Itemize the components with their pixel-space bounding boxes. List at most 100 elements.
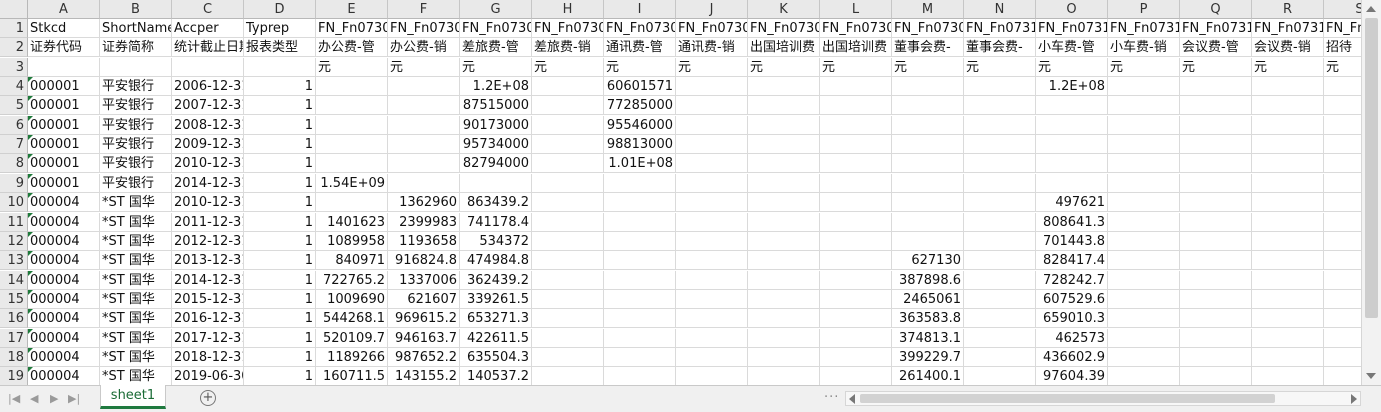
cell-k18[interactable] [748,348,820,367]
cell-a3[interactable] [28,58,100,77]
cell-q16[interactable] [1180,309,1252,328]
cell-o10[interactable]: 497621 [1036,193,1108,212]
cell-p2[interactable]: 小车费-销 [1108,38,1180,57]
cell-f6[interactable] [388,116,460,135]
cell-h6[interactable] [532,116,604,135]
cell-i13[interactable] [604,251,676,270]
column-header-q[interactable]: Q [1180,0,1252,19]
column-header-d[interactable]: D [244,0,316,19]
cell-f3[interactable]: 元 [388,58,460,77]
cell-e8[interactable] [316,154,388,173]
cell-l15[interactable] [820,290,892,309]
cell-a5[interactable]: 000001 [28,96,100,115]
cell-b2[interactable]: 证券简称 [100,38,172,57]
cell-s3[interactable]: 元 [1324,58,1361,77]
cell-s1[interactable]: FN_Fn0731 [1324,19,1361,38]
cell-i11[interactable] [604,213,676,232]
row-header[interactable]: 15 [0,290,28,309]
cell-a8[interactable]: 000001 [28,154,100,173]
cell-e6[interactable] [316,116,388,135]
column-header-r[interactable]: R [1252,0,1324,19]
cell-g14[interactable]: 362439.2 [460,271,532,290]
cell-j16[interactable] [676,309,748,328]
column-header-l[interactable]: L [820,0,892,19]
cell-q4[interactable] [1180,77,1252,96]
cell-f15[interactable]: 621607 [388,290,460,309]
cell-b19[interactable]: *ST 国华 [100,367,172,385]
cell-p18[interactable] [1108,348,1180,367]
cell-o7[interactable] [1036,135,1108,154]
cell-s9[interactable] [1324,174,1361,193]
cell-o12[interactable]: 701443.8 [1036,232,1108,251]
cell-r11[interactable] [1252,213,1324,232]
cell-h5[interactable] [532,96,604,115]
cell-p13[interactable] [1108,251,1180,270]
cell-k3[interactable]: 元 [748,58,820,77]
cell-a13[interactable]: 000004 [28,251,100,270]
cell-f13[interactable]: 916824.8 [388,251,460,270]
cell-o19[interactable]: 97604.39 [1036,367,1108,385]
cell-q8[interactable] [1180,154,1252,173]
cell-e3[interactable]: 元 [316,58,388,77]
scroll-down-icon[interactable] [1366,373,1376,379]
cell-o8[interactable] [1036,154,1108,173]
cell-m8[interactable] [892,154,964,173]
cell-g16[interactable]: 653271.3 [460,309,532,328]
sheet-prev-icon[interactable]: ◀ [30,392,38,405]
cell-n7[interactable] [964,135,1036,154]
cell-m1[interactable]: FN_Fn0730 [892,19,964,38]
cell-n8[interactable] [964,154,1036,173]
cell-f11[interactable]: 2399983 [388,213,460,232]
cell-i1[interactable]: FN_Fn0730 [604,19,676,38]
cell-h15[interactable] [532,290,604,309]
cell-o5[interactable] [1036,96,1108,115]
cell-f4[interactable] [388,77,460,96]
row-header[interactable]: 4 [0,77,28,96]
cell-c17[interactable]: 2017-12-31 [172,329,244,348]
cell-s8[interactable] [1324,154,1361,173]
cell-e11[interactable]: 1401623 [316,213,388,232]
cell-s14[interactable]: 586 [1324,271,1361,290]
cell-i2[interactable]: 通讯费-管 [604,38,676,57]
cell-j14[interactable] [676,271,748,290]
row-header[interactable]: 8 [0,154,28,173]
cell-n16[interactable] [964,309,1036,328]
column-header-e[interactable]: E [316,0,388,19]
cell-d16[interactable]: 1 [244,309,316,328]
cell-k15[interactable] [748,290,820,309]
cell-p14[interactable] [1108,271,1180,290]
cell-q7[interactable] [1180,135,1252,154]
row-header[interactable]: 10 [0,193,28,212]
cell-j6[interactable] [676,116,748,135]
cell-a16[interactable]: 000004 [28,309,100,328]
cell-n15[interactable] [964,290,1036,309]
cell-d1[interactable]: Typrep [244,19,316,38]
cell-g12[interactable]: 534372 [460,232,532,251]
column-header-n[interactable]: N [964,0,1036,19]
cell-g19[interactable]: 140537.2 [460,367,532,385]
cell-g3[interactable]: 元 [460,58,532,77]
cell-l2[interactable]: 出国培训费 [820,38,892,57]
cell-d17[interactable]: 1 [244,329,316,348]
cell-o14[interactable]: 728242.7 [1036,271,1108,290]
cell-n10[interactable] [964,193,1036,212]
row-header[interactable]: 1 [0,19,28,38]
row-header[interactable]: 9 [0,174,28,193]
cell-b16[interactable]: *ST 国华 [100,309,172,328]
cell-f17[interactable]: 946163.7 [388,329,460,348]
cell-h13[interactable] [532,251,604,270]
cell-d14[interactable]: 1 [244,271,316,290]
cell-r10[interactable] [1252,193,1324,212]
cell-m19[interactable]: 261400.1 [892,367,964,385]
cell-r7[interactable] [1252,135,1324,154]
cell-l5[interactable] [820,96,892,115]
cell-i18[interactable] [604,348,676,367]
cell-k14[interactable] [748,271,820,290]
cell-m6[interactable] [892,116,964,135]
cell-a2[interactable]: 证券代码 [28,38,100,57]
cell-k13[interactable] [748,251,820,270]
cell-s7[interactable] [1324,135,1361,154]
cell-p7[interactable] [1108,135,1180,154]
cell-d7[interactable]: 1 [244,135,316,154]
cell-k19[interactable] [748,367,820,385]
